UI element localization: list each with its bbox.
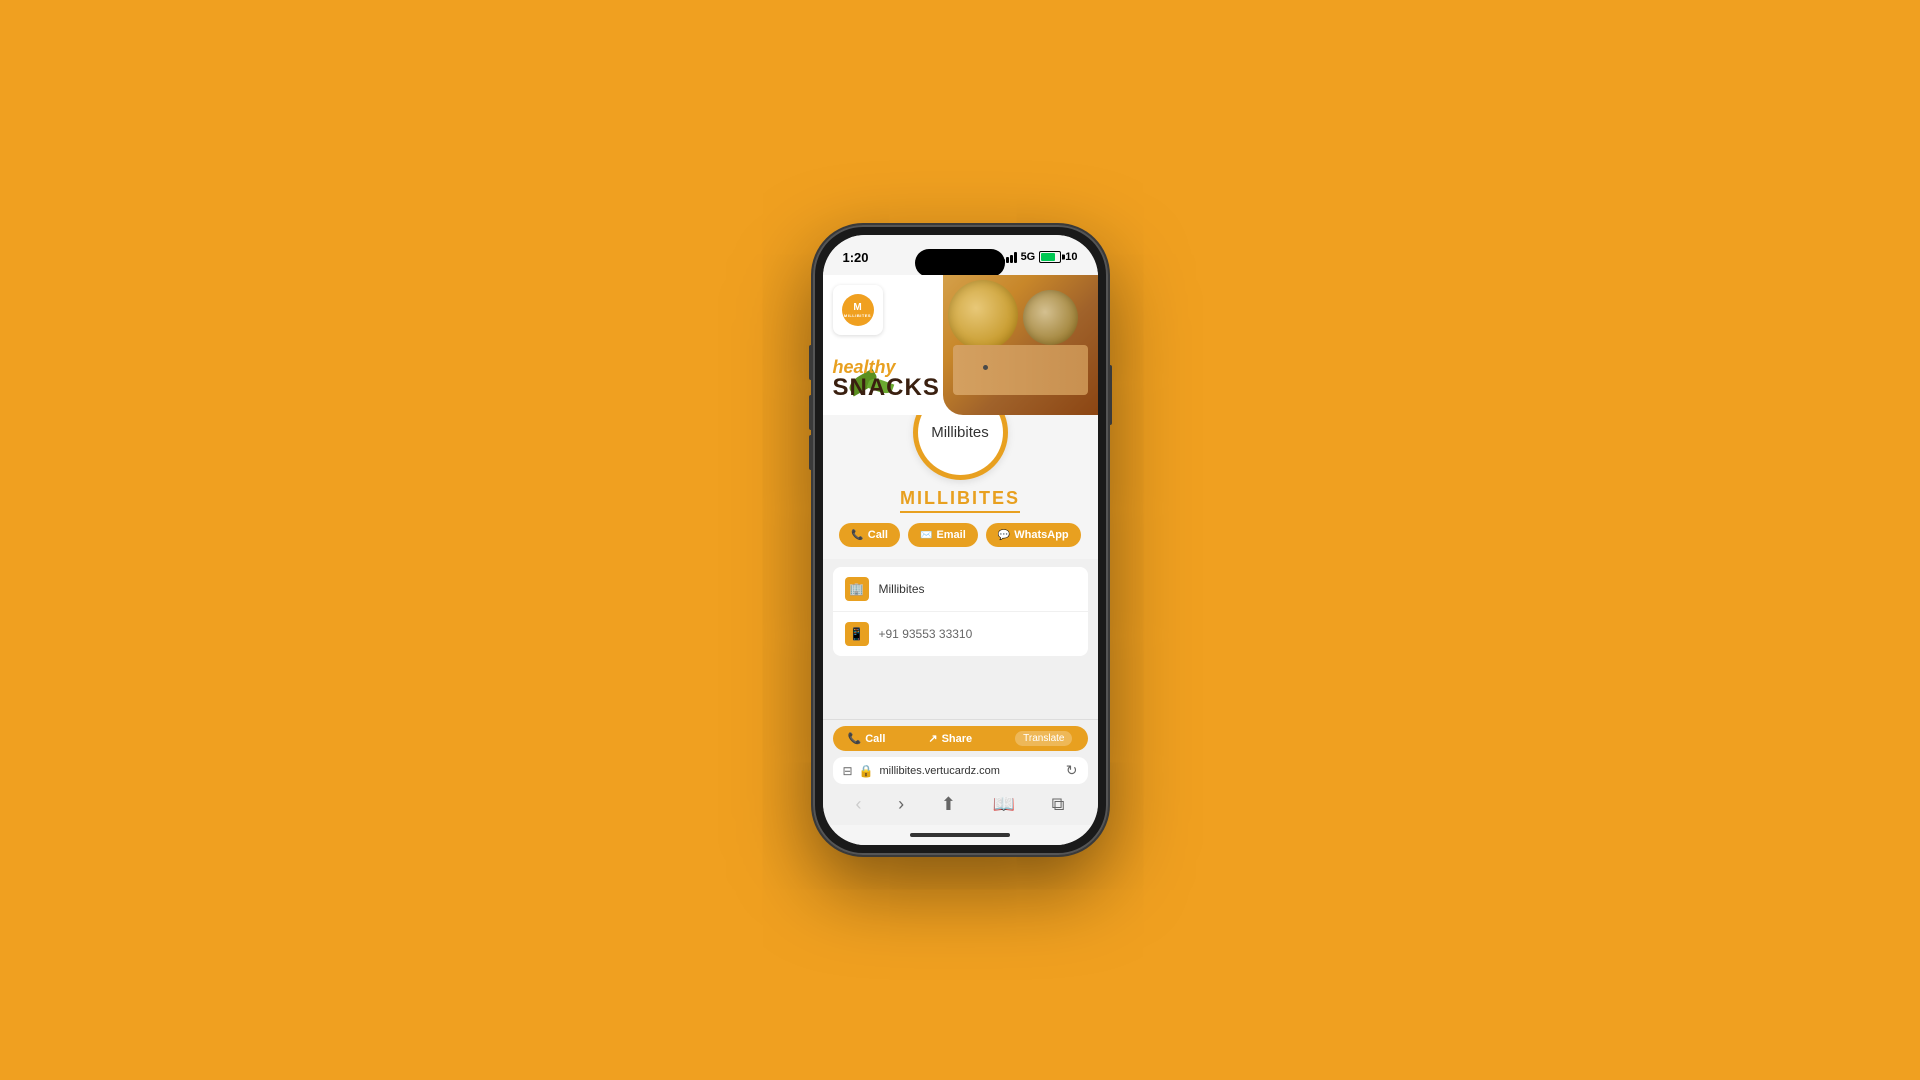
- food-circle-1: [948, 280, 1018, 350]
- web-content: M MILLIBITES: [823, 275, 1098, 719]
- whatsapp-label: WhatsApp: [1014, 529, 1068, 541]
- phone-screen: 1:20 5G 10: [823, 235, 1098, 845]
- status-bar: 1:20 5G 10: [823, 235, 1098, 275]
- home-indicator-bar: [910, 833, 1010, 837]
- status-time: 1:20: [843, 250, 869, 265]
- logo-letter: M: [853, 303, 861, 313]
- lock-icon: 🔒: [859, 764, 874, 778]
- logo-text-small: MILLIBITES: [844, 313, 871, 318]
- phone-device: 1:20 5G 10: [813, 225, 1108, 855]
- forward-button[interactable]: ›: [890, 792, 912, 817]
- share-label: Share: [942, 733, 973, 745]
- bottom-call-icon: 📞: [848, 732, 862, 745]
- whatsapp-button[interactable]: 💬 WhatsApp: [986, 523, 1081, 547]
- whatsapp-icon: 💬: [998, 530, 1010, 541]
- info-list: 🏢 Millibites 📱 +91 93553 33310: [833, 567, 1088, 656]
- logo-circle: M MILLIBITES: [842, 294, 874, 326]
- dynamic-island: [915, 249, 1005, 277]
- share-icon: ↗: [928, 732, 937, 745]
- url-reader-icon: ⊟: [843, 764, 853, 778]
- company-icon: 🏢: [845, 577, 869, 601]
- email-icon: ✉️: [920, 530, 932, 541]
- action-buttons-row: 📞 Call ✉️ Email 💬 WhatsApp: [839, 523, 1080, 547]
- status-icons: 5G 10: [1002, 251, 1078, 263]
- hero-banner: M MILLIBITES: [823, 275, 1098, 415]
- home-indicator: [823, 825, 1098, 845]
- url-text: millibites.vertucardz.com: [880, 765, 1060, 777]
- back-button[interactable]: ‹: [848, 792, 870, 817]
- profile-section: Millibites MILLIBITES 📞 Call ✉️ Email: [823, 415, 1098, 559]
- call-button[interactable]: 📞 Call: [839, 523, 900, 547]
- food-bar: [953, 345, 1088, 395]
- phone-icon: 📞: [851, 530, 863, 541]
- company-info-item: 🏢 Millibites: [833, 567, 1088, 612]
- phone-info-icon: 📱: [845, 622, 869, 646]
- profile-name: MILLIBITES: [900, 488, 1020, 513]
- share-nav-button[interactable]: ⬆: [933, 792, 964, 817]
- avatar-text: Millibites: [931, 424, 989, 441]
- 5g-label: 5G: [1021, 251, 1036, 263]
- battery-percent: 10: [1065, 251, 1077, 263]
- browser-bar: 📞 Call ↗ Share Translate ⊟ 🔒 millibites.…: [823, 719, 1098, 825]
- food-circle-2: [1023, 290, 1078, 345]
- call-label: Call: [868, 529, 888, 541]
- hero-text: healthy SNACKS: [833, 358, 940, 400]
- translate-label: Translate: [1023, 733, 1064, 744]
- reload-button[interactable]: ↻: [1066, 762, 1078, 779]
- bookmarks-button[interactable]: 📖: [985, 792, 1023, 817]
- battery-fill: [1041, 253, 1055, 261]
- bottom-action-bar: 📞 Call ↗ Share Translate: [833, 726, 1088, 751]
- browser-nav-bar: ‹ › ⬆ 📖 ⧉: [833, 790, 1088, 819]
- email-label: Email: [936, 529, 965, 541]
- email-button[interactable]: ✉️ Email: [908, 523, 978, 547]
- url-bar[interactable]: ⊟ 🔒 millibites.vertucardz.com ↻: [833, 757, 1088, 784]
- translate-button[interactable]: Translate: [1015, 731, 1072, 746]
- phone-info-item: 📱 +91 93553 33310: [833, 612, 1088, 656]
- page-background: 1:20 5G 10: [0, 0, 1920, 1080]
- battery-icon: [1039, 251, 1061, 263]
- food-dot-1: [983, 365, 988, 370]
- company-name: Millibites: [879, 582, 925, 596]
- hero-food-image: [943, 275, 1098, 415]
- phone-number: +91 93553 33310: [879, 627, 973, 641]
- hero-snacks-text: SNACKS: [833, 376, 940, 400]
- brand-logo: M MILLIBITES: [833, 285, 883, 335]
- tabs-button[interactable]: ⧉: [1044, 792, 1073, 817]
- food-visual: [943, 275, 1098, 415]
- bottom-call-button[interactable]: 📞 Call: [848, 732, 886, 745]
- share-button[interactable]: ↗ Share: [928, 732, 972, 745]
- bottom-call-label: Call: [865, 733, 885, 745]
